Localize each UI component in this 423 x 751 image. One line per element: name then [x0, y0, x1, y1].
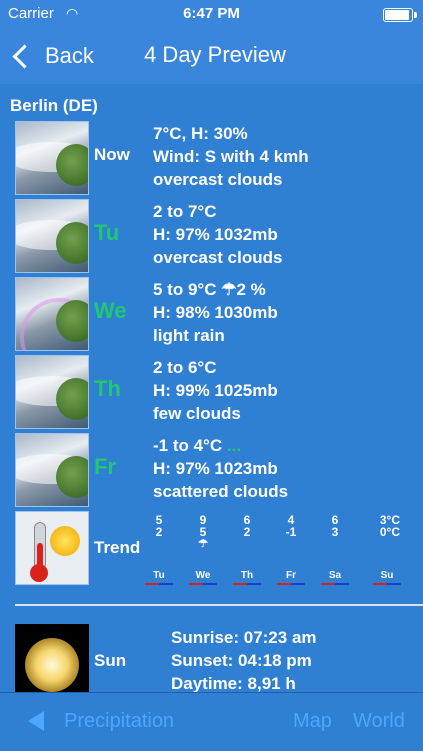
forecast-info: 7°C, H: 30% Wind: S with 4 kmh overcast … [153, 122, 309, 191]
sunrise-time: Sunrise: 07:23 am [171, 628, 317, 647]
forecast-info: -1 to 4°C ... H: 97% 1023mb scattered cl… [153, 434, 288, 503]
day-label: We [94, 298, 127, 323]
trend-column: 5 2 Tu [141, 514, 177, 585]
info-line: 2 to 7°C [153, 202, 217, 221]
day-label: Tu [94, 220, 120, 245]
forecast-info: 2 to 7°C H: 97% 1032mb overcast clouds [153, 200, 282, 269]
trend-day-label: Su [380, 570, 394, 581]
forecast-row-fr[interactable]: Fr -1 to 4°C ... H: 97% 1023mb scattered… [0, 433, 423, 507]
forecast-row-th[interactable]: Th 2 to 6°C H: 99% 1025mb few clouds [0, 355, 423, 429]
day-label: Th [94, 376, 121, 401]
info-line: overcast clouds [153, 170, 283, 189]
temp-range: -1 to 4°C [153, 436, 223, 455]
forecast-content[interactable]: Berlin (DE) Now 7°C, H: 30% Wind: S with… [0, 84, 423, 692]
trend-bar [277, 583, 305, 585]
navigation-bar: Back 4 Day Preview [0, 28, 423, 84]
city-name: Berlin (DE) [10, 96, 98, 115]
day-label: Now [94, 145, 130, 164]
weather-thumbnail-scattered-clouds [15, 433, 89, 507]
rain-chance: 2 % [236, 280, 266, 299]
more-indicator[interactable]: ... [227, 436, 241, 455]
back-button[interactable]: Back [10, 40, 94, 72]
trend-low: 2 [155, 525, 163, 539]
trend-chart: 5 2 Tu 9 5 ☂ We 6 2 Th 4 -1 Fr 6 3 Sa Su… [0, 511, 423, 585]
forecast-row-now[interactable]: Now 7°C, H: 30% Wind: S with 4 kmh overc… [0, 121, 423, 195]
arrow-left-icon[interactable] [28, 711, 44, 731]
info-line: H: 98% 1030mb [153, 303, 278, 322]
back-label: Back [45, 43, 94, 68]
page-title: 4 Day Preview [144, 42, 286, 67]
info-line: Wind: S with 4 kmh [153, 147, 309, 166]
bottom-toolbar: Precipitation Map World [0, 692, 423, 751]
info-line: 2 to 6°C [153, 358, 217, 377]
info-line: 5 to 9°C ☂2 % [153, 278, 278, 301]
status-bar: Carrier ◠ 6:47 PM [0, 0, 423, 28]
section-divider [15, 604, 423, 606]
sun-icon [15, 624, 89, 692]
temp-range: 5 to 9°C [153, 280, 217, 299]
umbrella-icon: ☂ [221, 280, 237, 299]
trend-bar [233, 583, 261, 585]
trend-column: 4 -1 Fr [273, 514, 309, 585]
weather-thumbnail-clouds [15, 355, 89, 429]
weather-thumbnail-rain [15, 277, 89, 351]
sun-label: Sun [94, 651, 127, 670]
trend-bar [321, 583, 349, 585]
info-line: light rain [153, 326, 225, 345]
umbrella-icon: ☂ [198, 538, 208, 550]
trend-day-label: We [195, 570, 211, 581]
info-line: H: 97% 1023mb [153, 459, 278, 478]
trend-low: 2 [243, 525, 251, 539]
daytime-length: Daytime: 8,91 h [171, 674, 296, 692]
trend-scale-low: 0°C [379, 525, 400, 539]
forecast-row-tu[interactable]: Tu 2 to 7°C H: 97% 1032mb overcast cloud… [0, 199, 423, 273]
info-line: H: 99% 1025mb [153, 381, 278, 400]
trend-day-label: Sa [328, 570, 342, 581]
trend-bar [145, 583, 173, 585]
weather-thumbnail-overcast [15, 121, 89, 195]
trend-day-label: Th [240, 570, 254, 581]
weather-thumbnail-overcast [15, 199, 89, 273]
info-line: few clouds [153, 404, 241, 423]
sun-info: Sunrise: 07:23 am Sunset: 04:18 pm Dayti… [171, 626, 317, 692]
trend-low: 5 [199, 525, 207, 539]
trend-column: 6 3 Sa [317, 514, 353, 585]
info-line: 7°C, H: 30% [153, 124, 248, 143]
precipitation-button[interactable]: Precipitation [64, 710, 174, 733]
info-line: -1 to 4°C ... [153, 434, 288, 457]
info-line: H: 97% 1032mb [153, 225, 278, 244]
trend-low: 3 [331, 525, 339, 539]
info-line: overcast clouds [153, 248, 283, 267]
forecast-info: 5 to 9°C ☂2 % H: 98% 1030mb light rain [153, 278, 278, 347]
day-label: Fr [94, 454, 116, 479]
trend-row[interactable]: Trend 5 2 Tu 9 5 ☂ We 6 2 Th 4 -1 Fr 6 3… [0, 511, 423, 585]
map-button[interactable]: Map [293, 710, 332, 733]
forecast-info: 2 to 6°C H: 99% 1025mb few clouds [153, 356, 278, 425]
status-time: 6:47 PM [183, 5, 240, 22]
trend-bar [373, 583, 401, 585]
world-button[interactable]: World [353, 710, 405, 733]
trend-day-label: Fr [286, 570, 296, 581]
sunset-time: Sunset: 04:18 pm [171, 651, 312, 670]
forecast-row-we[interactable]: We 5 to 9°C ☂2 % H: 98% 1030mb light rai… [0, 277, 423, 351]
battery-icon [383, 8, 417, 22]
info-line: scattered clouds [153, 482, 289, 501]
trend-scale: 3°C 0°C [360, 514, 400, 538]
sun-row[interactable]: Sun Sunrise: 07:23 am Sunset: 04:18 pm D… [0, 624, 423, 692]
trend-bar [189, 583, 217, 585]
trend-day-label: Tu [153, 570, 165, 581]
chevron-left-icon [12, 43, 37, 69]
trend-column: 6 2 Th [229, 514, 265, 585]
trend-column: 9 5 ☂ We [185, 514, 221, 585]
trend-low: -1 [285, 525, 297, 539]
